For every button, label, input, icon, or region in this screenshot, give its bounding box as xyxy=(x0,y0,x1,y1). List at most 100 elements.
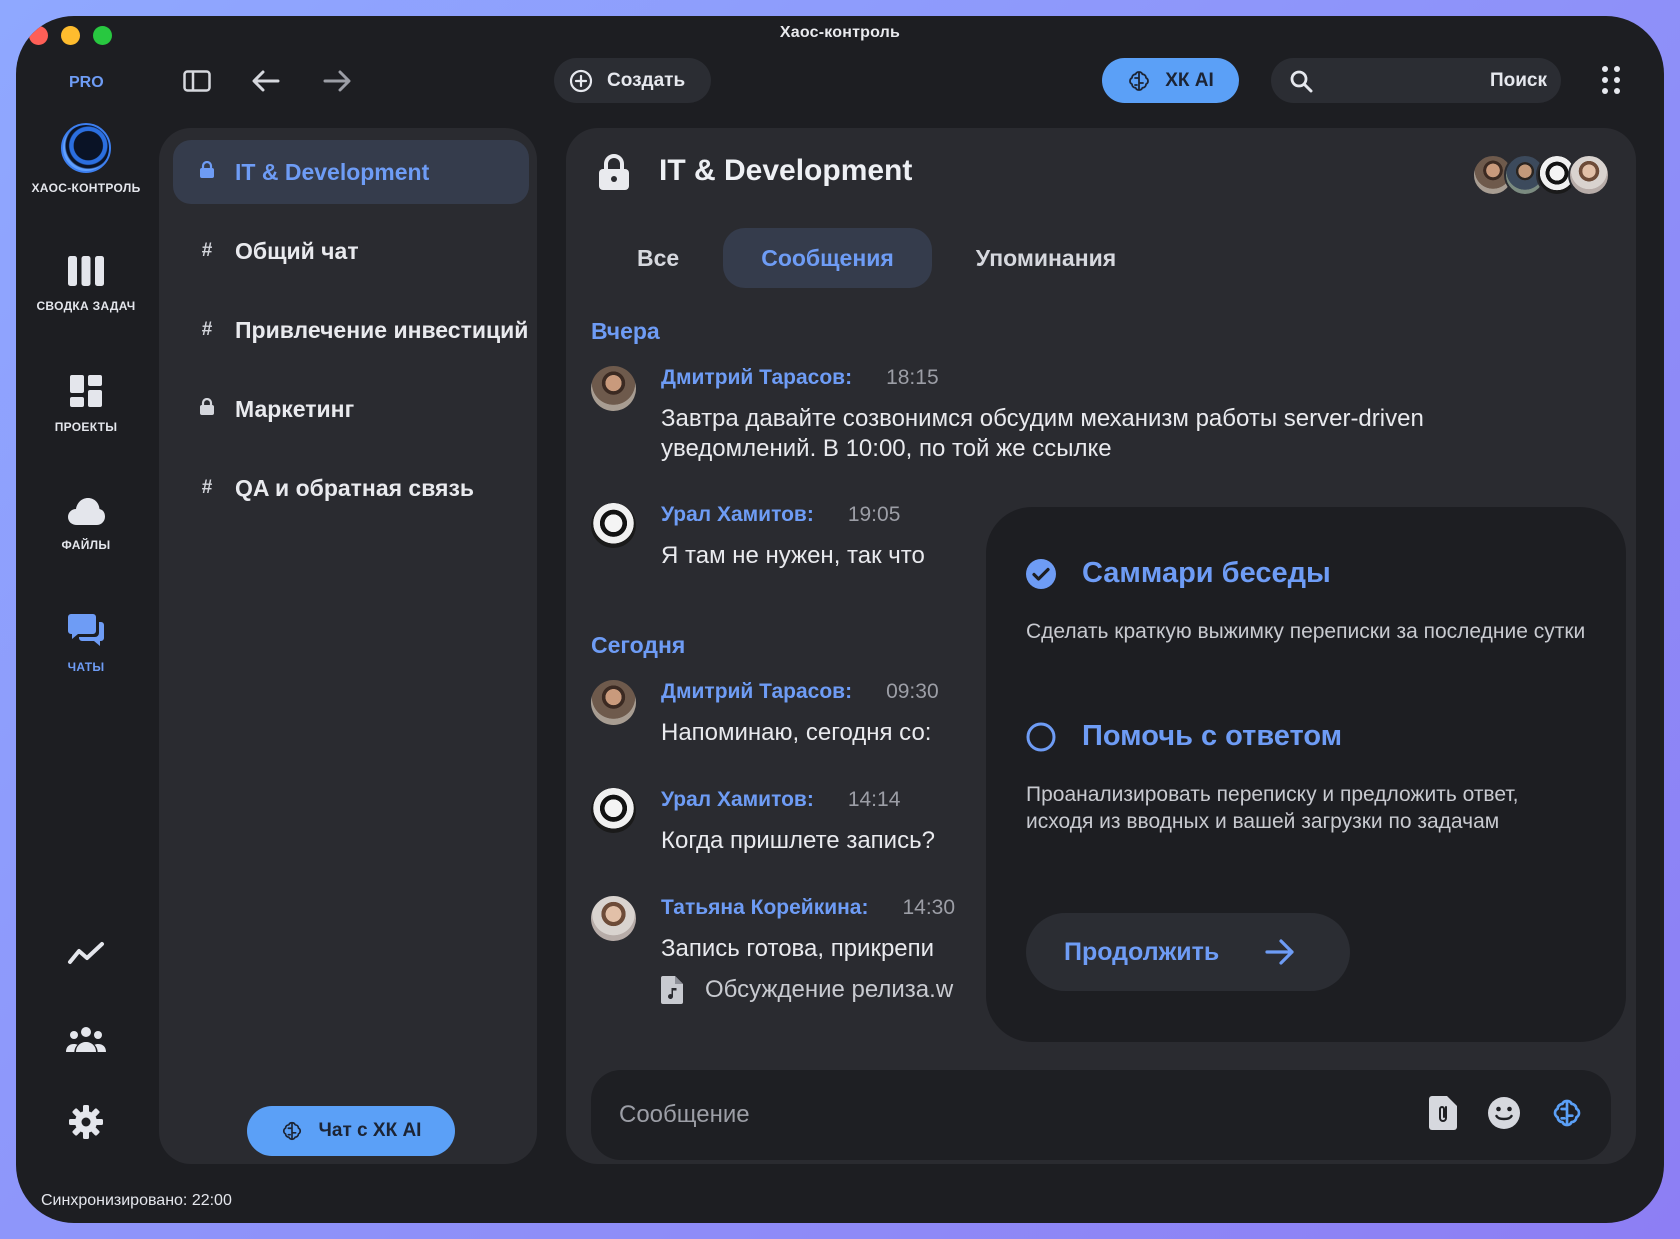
apps-grid-icon[interactable] xyxy=(1601,65,1621,100)
cloud-icon xyxy=(68,498,105,525)
plan-badge: PRO xyxy=(69,74,104,91)
channel-label: Маркетинг xyxy=(235,395,355,422)
message-author[interactable]: Дмитрий Тарасов: xyxy=(661,366,852,390)
ai-button[interactable]: ХК AI xyxy=(1102,58,1239,103)
message-attachment[interactable]: Обсуждение релиза.w xyxy=(661,976,953,1004)
rail-item-projects[interactable]: ПРОЕКТЫ xyxy=(16,375,156,434)
channel-lock-icon xyxy=(599,154,629,195)
back-arrow-icon[interactable] xyxy=(252,70,280,97)
ai-actions-popover: Саммари беседы Сделать краткую выжимку п… xyxy=(986,507,1626,1042)
channel-item-qa[interactable]: # QA и обратная связь xyxy=(173,456,529,520)
chat-with-ai-button[interactable]: Чат с ХК AI xyxy=(247,1106,455,1156)
search-field[interactable]: Поиск xyxy=(1271,58,1561,103)
continue-label: Продолжить xyxy=(1064,937,1220,966)
message-author[interactable]: Урал Хамитов: xyxy=(661,503,814,527)
message-time: 18:15 xyxy=(886,366,939,389)
dashboard-icon xyxy=(70,375,102,407)
window-title: Хаос-контроль xyxy=(779,24,901,41)
app-logo[interactable]: ХАОС-КОНТРОЛЬ xyxy=(16,123,156,195)
message-filter-tabs: Все Сообщения Упоминания xyxy=(599,228,1154,288)
message-time: 09:30 xyxy=(886,680,939,703)
lock-icon xyxy=(199,160,215,184)
option-summary[interactable]: Саммари беседы xyxy=(1026,557,1331,590)
day-separator-today: Сегодня xyxy=(591,632,686,658)
message-author[interactable]: Урал Хамитов: xyxy=(661,788,814,812)
rail-item-summary[interactable]: СВОДКА ЗАДАЧ xyxy=(16,256,156,313)
plus-circle-icon xyxy=(569,69,593,92)
arrow-right-icon xyxy=(1265,939,1294,965)
attach-file-icon[interactable] xyxy=(1429,1095,1457,1135)
rail-label-chats: ЧАТЫ xyxy=(67,660,105,674)
settings-icon xyxy=(69,1105,103,1139)
message-text: Завтра давайте созвонимся обсудим механи… xyxy=(661,405,1424,462)
avatar[interactable] xyxy=(591,503,636,548)
tab-all[interactable]: Все xyxy=(599,228,717,288)
sync-status: Синхронизировано: 22:00 xyxy=(41,1192,232,1209)
option-title: Помочь с ответом xyxy=(1082,720,1343,752)
team-icon xyxy=(66,1027,106,1052)
create-button-label: Создать xyxy=(607,69,686,91)
channel-label: Привлечение инвестиций xyxy=(235,316,529,343)
channel-title: IT & Development xyxy=(659,154,913,187)
chat-with-ai-label: Чат с ХК AI xyxy=(318,1120,422,1141)
rail-label-files: ФАЙЛЫ xyxy=(61,538,111,552)
analytics-button[interactable] xyxy=(16,941,156,970)
message-time: 14:14 xyxy=(847,788,901,811)
channel-item-general[interactable]: # Общий чат xyxy=(173,219,529,283)
message-time: 19:05 xyxy=(847,503,901,526)
chat-icon xyxy=(68,614,104,646)
tab-messages[interactable]: Сообщения xyxy=(723,228,932,288)
rail-label-summary: СВОДКА ЗАДАЧ xyxy=(36,299,136,313)
option-title: Саммари беседы xyxy=(1082,557,1331,589)
rail-item-chats[interactable]: ЧАТЫ xyxy=(16,613,156,674)
option-help-reply[interactable]: Помочь с ответом xyxy=(1026,720,1342,753)
create-button[interactable]: Создать xyxy=(554,58,711,103)
radio-empty-icon xyxy=(1026,722,1056,751)
channel-item-investments[interactable]: # Привлечение инвестиций xyxy=(173,298,529,362)
brain-icon xyxy=(1129,70,1150,91)
analytics-icon xyxy=(68,942,104,964)
bars-icon xyxy=(68,256,104,286)
ai-assist-icon[interactable] xyxy=(1551,1097,1583,1134)
app-window: Хаос-контроль PRO Создать ХК AI Поиск ХА… xyxy=(16,16,1664,1223)
channel-label: QA и обратная связь xyxy=(235,474,475,501)
message-author[interactable]: Дмитрий Тарасов: xyxy=(661,680,852,704)
message-time: 14:30 xyxy=(902,896,956,919)
channel-label: IT & Development xyxy=(235,158,430,185)
brain-icon xyxy=(282,1121,301,1141)
member-avatar xyxy=(1568,154,1610,196)
day-separator-yesterday: Вчера xyxy=(591,318,660,344)
logo-label: ХАОС-КОНТРОЛЬ xyxy=(31,181,141,195)
avatar[interactable] xyxy=(591,896,636,941)
settings-button[interactable] xyxy=(16,1105,156,1144)
attachment-name: Обсуждение релиза.w xyxy=(705,976,954,1003)
member-avatars[interactable] xyxy=(1472,154,1610,196)
rail-label-projects: ПРОЕКТЫ xyxy=(54,420,118,434)
hash-icon: # xyxy=(201,240,213,261)
avatar[interactable] xyxy=(591,680,636,725)
option-description: Сделать краткую выжимку переписки за пос… xyxy=(1026,620,1586,643)
audio-file-icon xyxy=(661,976,683,1004)
sidebar-toggle-icon[interactable] xyxy=(183,70,211,97)
option-description: Проанализировать переписку и предложить … xyxy=(1026,783,1519,833)
forward-arrow-icon[interactable] xyxy=(323,70,351,97)
message-composer xyxy=(591,1070,1611,1160)
channel-panel: IT & Development # Общий чат # Привлечен… xyxy=(159,128,537,1164)
tab-mentions[interactable]: Упоминания xyxy=(938,228,1154,288)
avatar[interactable] xyxy=(591,788,636,833)
message-author[interactable]: Татьяна Корейкина: xyxy=(661,896,868,920)
continue-button[interactable]: Продолжить xyxy=(1026,913,1350,991)
channel-item-it-development[interactable]: IT & Development xyxy=(173,140,529,204)
hash-icon: # xyxy=(201,477,213,498)
team-button[interactable] xyxy=(16,1026,156,1057)
channel-label: Общий чат xyxy=(235,237,359,264)
message-input[interactable] xyxy=(619,1101,1429,1129)
channel-item-marketing[interactable]: Маркетинг xyxy=(173,377,529,441)
emoji-icon[interactable] xyxy=(1487,1096,1521,1135)
rail-item-files[interactable]: ФАЙЛЫ xyxy=(16,497,156,552)
search-label: Поиск xyxy=(1489,69,1547,91)
search-icon xyxy=(1290,70,1313,92)
check-circle-icon xyxy=(1026,558,1056,589)
avatar[interactable] xyxy=(591,366,636,411)
hash-icon: # xyxy=(201,319,213,340)
